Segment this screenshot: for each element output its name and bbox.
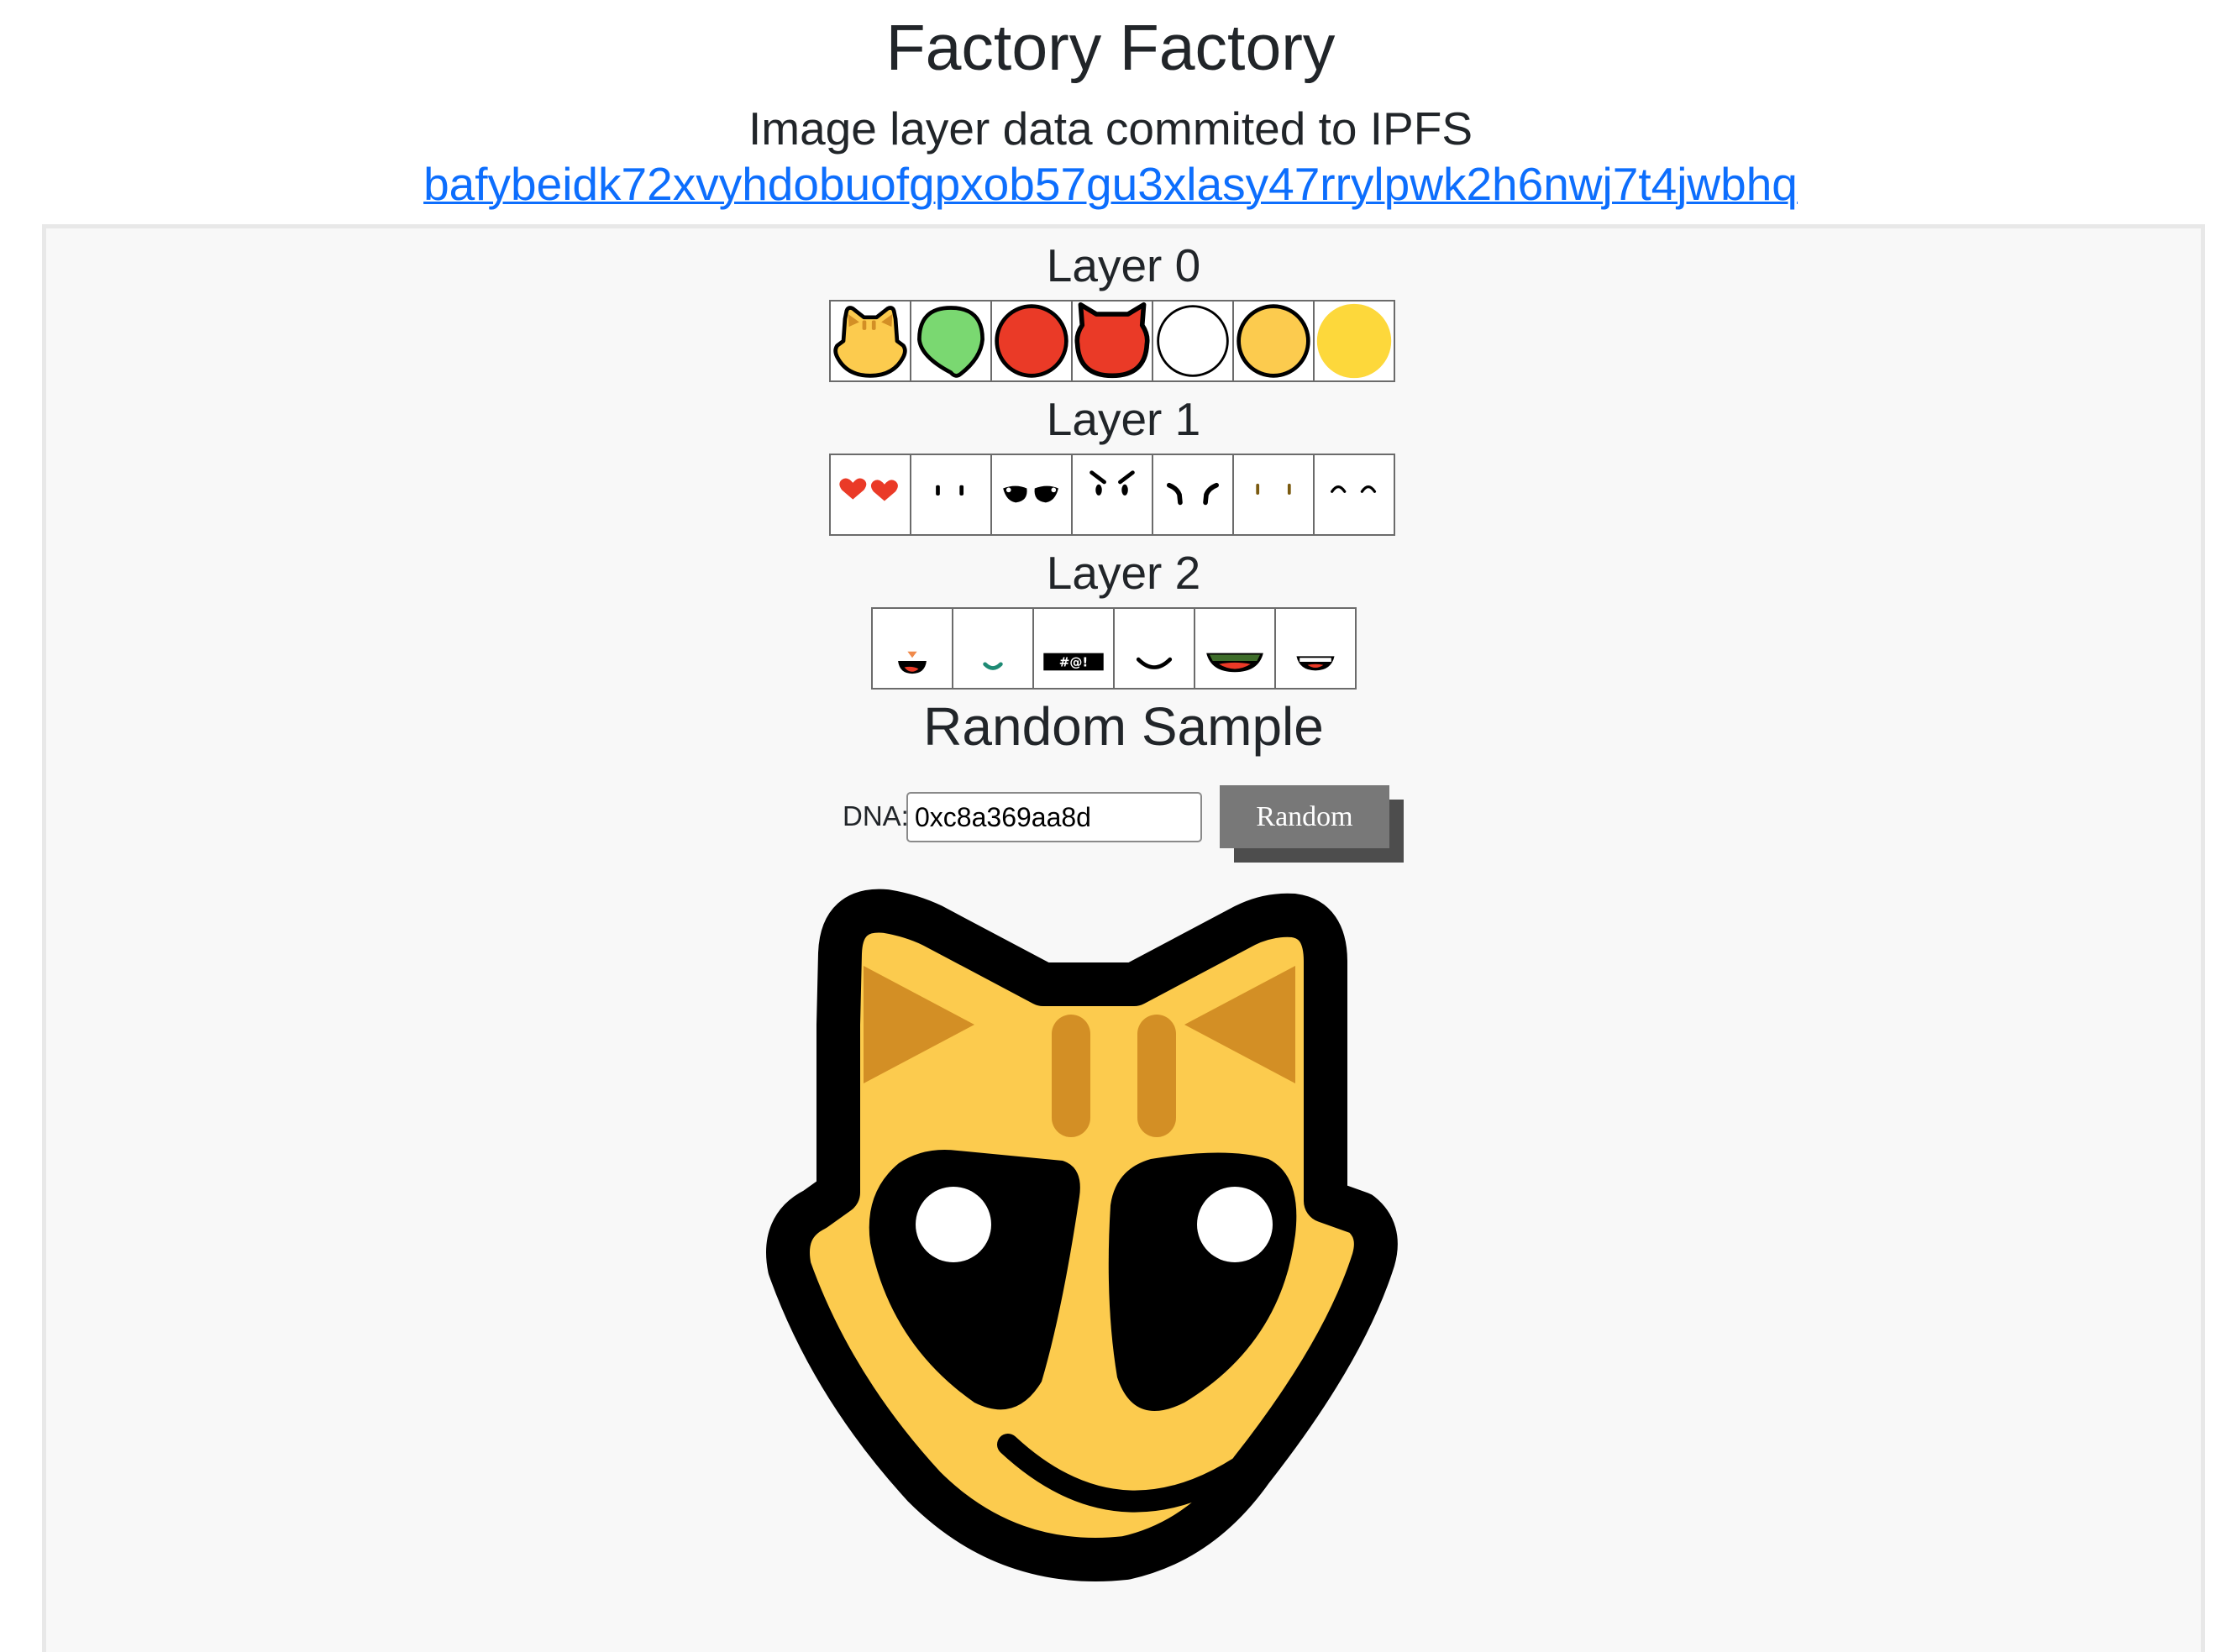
layer-1-tile-heart-eyes-icon[interactable] (829, 454, 911, 536)
layer-2-tile-cursing-mouth-icon[interactable]: #@! (1032, 607, 1115, 690)
layer-0-tile-orange-circle-icon[interactable] (1232, 300, 1315, 382)
ipfs-cid-link[interactable]: bafybeidk72xvyhdobuofgpxob57gu3xlasy47rr… (423, 158, 1798, 210)
layer-1-tile-angry-eyes-icon[interactable] (1071, 454, 1153, 536)
cat-alien-face-icon (766, 889, 1398, 1581)
layer-1-tile-alien-eyes-icon[interactable] (990, 454, 1073, 536)
layer-1-tiles (829, 454, 1395, 536)
random-button[interactable]: Random (1220, 785, 1389, 848)
layer-2-tile-tongue-mouth-icon[interactable] (871, 607, 953, 690)
layer-0-tile-green-alien-icon[interactable] (910, 300, 992, 382)
layer-1-tile-slit-eyes-icon[interactable] (1232, 454, 1315, 536)
layer-2-tiles: #@! (871, 607, 1357, 690)
layer-0-tiles (829, 300, 1395, 382)
dna-input[interactable] (906, 792, 1202, 842)
layer-1-title: Layer 1 (1046, 393, 1201, 445)
random-sample-face (764, 873, 1487, 1604)
random-sample-title: Random Sample (923, 696, 1324, 757)
layer-1-tile-dot-eyes-icon[interactable] (910, 454, 992, 536)
svg-text:#@!: #@! (1059, 655, 1088, 670)
layer-0-tile-red-devil-icon[interactable] (1071, 300, 1153, 382)
layer-0-tile-cat-head-icon[interactable] (829, 300, 911, 382)
layer-2-title: Layer 2 (1046, 547, 1201, 599)
ipfs-subtitle: Image layer data commited to IPFS (748, 102, 1473, 155)
layer-1-tile-sad-eyes-icon[interactable] (1152, 454, 1234, 536)
layer-0-tile-red-circle-icon[interactable] (990, 300, 1073, 382)
layer-2-tile-teeth-mouth-icon[interactable] (1274, 607, 1357, 690)
dna-label: DNA: (843, 800, 909, 831)
layer-1-tile-closed-eyes-icon[interactable] (1313, 454, 1395, 536)
layer-0-tile-yellow-circle-icon[interactable] (1313, 300, 1395, 382)
layer-0-title: Layer 0 (1046, 239, 1201, 291)
layer-2-tile-grin-mouth-icon[interactable] (1194, 607, 1276, 690)
layer-0-tile-white-circle-icon[interactable] (1152, 300, 1234, 382)
layer-2-tile-smile-mouth-icon[interactable] (1113, 607, 1195, 690)
page-title: Factory Factory (885, 12, 1336, 84)
layer-2-tile-small-smile-icon[interactable] (952, 607, 1034, 690)
